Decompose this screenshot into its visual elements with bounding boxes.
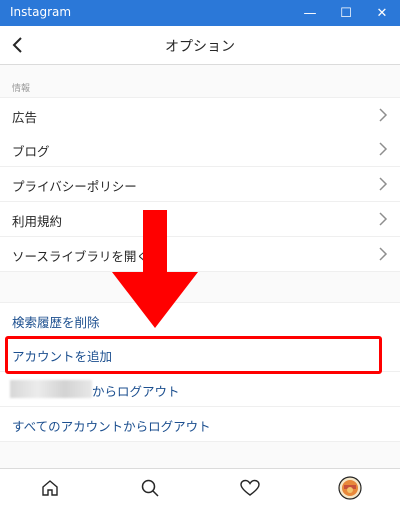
- window-titlebar: Instagram — ☐ ✕: [0, 0, 400, 26]
- options-item-privacy-policy[interactable]: プライバシーポリシー: [0, 167, 400, 202]
- home-icon[interactable]: [40, 478, 60, 498]
- minimize-button[interactable]: —: [292, 0, 328, 26]
- chevron-right-icon: [379, 177, 388, 191]
- options-item-open-source-libraries[interactable]: ソースライブラリを開く: [0, 237, 400, 272]
- options-item-ads[interactable]: 広告: [0, 97, 400, 133]
- maximize-button[interactable]: ☐: [328, 0, 364, 26]
- window-title: Instagram: [10, 5, 72, 19]
- redacted-username: [10, 380, 92, 398]
- profile-avatar[interactable]: [338, 476, 362, 500]
- options-item-label: 利用規約: [12, 214, 63, 229]
- clear-search-history-item[interactable]: 検索履歴を削除: [0, 302, 400, 338]
- logout-all-label: すべてのアカウントからログアウト: [12, 419, 211, 434]
- heart-icon[interactable]: [240, 478, 260, 498]
- options-item-terms[interactable]: 利用規約: [0, 202, 400, 237]
- navbar: オプション: [0, 26, 400, 65]
- bottom-tabbar: [0, 468, 400, 506]
- chevron-right-icon: [379, 142, 388, 156]
- options-list: 情報 広告 ブログ プライバシーポリシー 利用規約 ソースライブラリを開く 検索…: [0, 65, 400, 468]
- options-item-label: プライバシーポリシー: [12, 179, 137, 194]
- logout-all-item[interactable]: すべてのアカウントからログアウト: [0, 407, 400, 442]
- chevron-right-icon: [379, 108, 388, 122]
- red-arrow-annotation: [112, 210, 198, 328]
- options-item-blog[interactable]: ブログ: [0, 132, 400, 167]
- red-highlight-box: [5, 336, 382, 374]
- clear-search-history-label: 検索履歴を削除: [12, 315, 100, 330]
- logout-user-item[interactable]: からログアウト: [0, 372, 400, 407]
- options-item-label: 広告: [12, 110, 38, 125]
- close-button[interactable]: ✕: [364, 0, 400, 26]
- search-icon[interactable]: [140, 478, 160, 498]
- page-title: オプション: [165, 39, 235, 55]
- chevron-right-icon: [379, 247, 388, 261]
- chevron-right-icon: [379, 212, 388, 226]
- section-header-info: 情報: [12, 84, 31, 94]
- logout-user-label: からログアウト: [92, 384, 180, 399]
- options-item-label: ブログ: [12, 144, 50, 159]
